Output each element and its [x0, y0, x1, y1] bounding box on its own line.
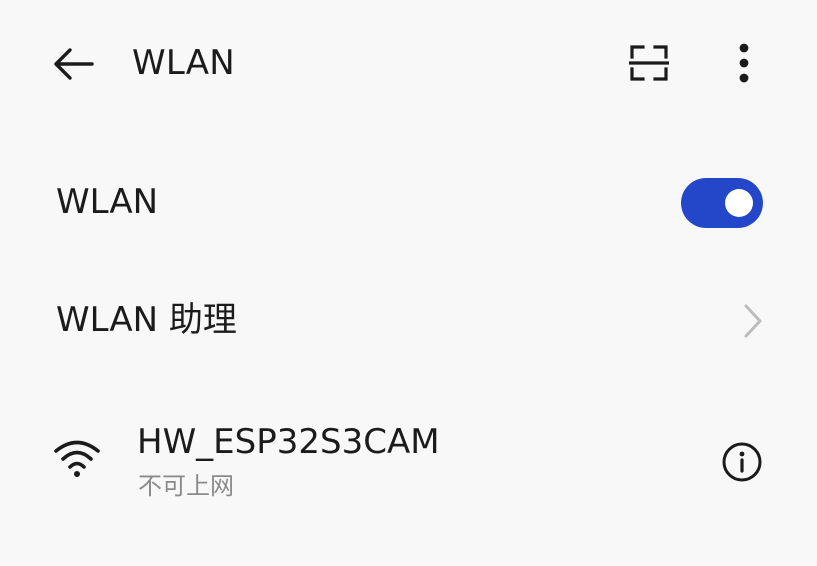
info-icon: [722, 442, 762, 482]
wlan-toggle-switch[interactable]: [681, 178, 763, 228]
wlan-toggle-label: WLAN: [56, 182, 159, 222]
wifi-signal-icon: [54, 440, 100, 477]
network-list-item[interactable]: HW_ESP32S3CAM 不可上网: [0, 410, 817, 520]
network-status: 不可上网: [138, 472, 234, 500]
more-vertical-icon: [739, 43, 749, 83]
toggle-knob: [725, 189, 753, 217]
top-app-bar: WLAN: [0, 0, 817, 128]
network-name: HW_ESP32S3CAM: [137, 422, 440, 462]
wlan-toggle-row: WLAN: [0, 160, 817, 248]
back-button[interactable]: [50, 44, 96, 84]
arrow-left-icon: [54, 48, 94, 80]
page-title: WLAN: [132, 43, 235, 83]
chevron-right-icon: [744, 304, 762, 338]
scan-frame-icon: [629, 45, 669, 81]
network-info-button[interactable]: [720, 440, 764, 484]
wlan-assistant-row[interactable]: WLAN 助理: [0, 278, 817, 364]
wlan-assistant-label: WLAN 助理: [56, 300, 237, 340]
more-options-button[interactable]: [728, 42, 760, 84]
scan-button[interactable]: [627, 42, 671, 84]
